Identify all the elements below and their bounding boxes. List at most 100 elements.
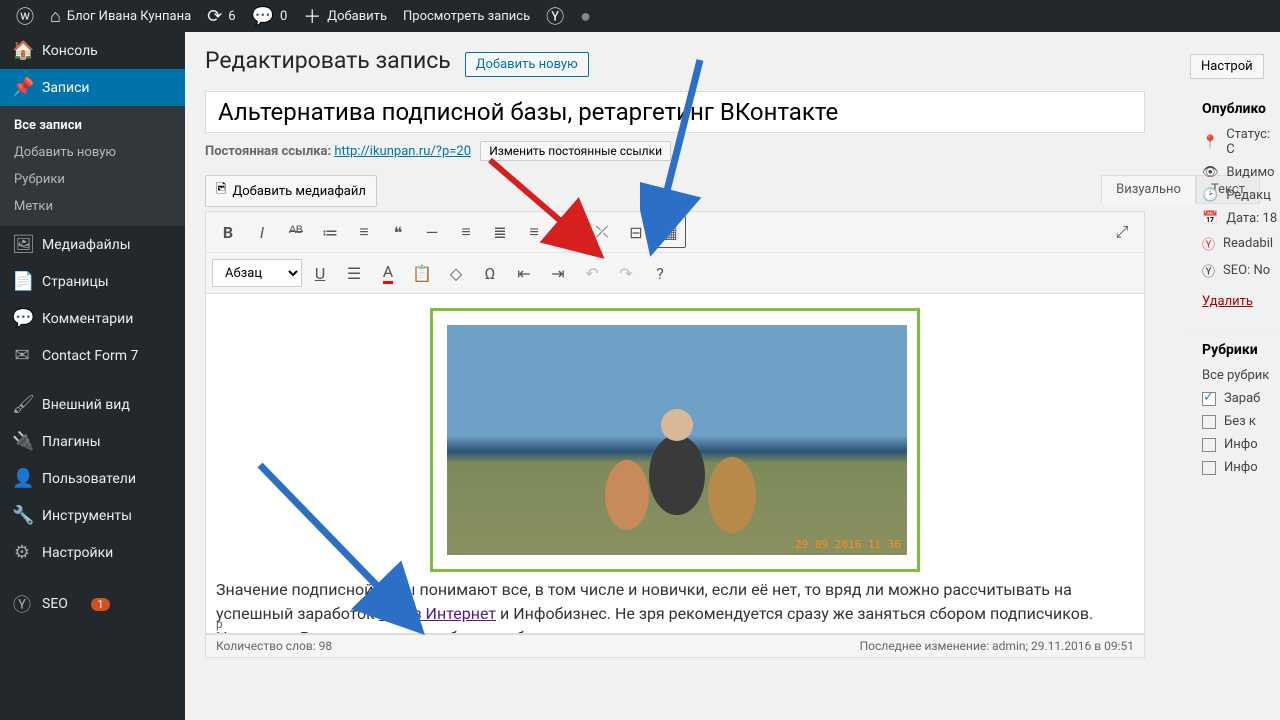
cat-row-3[interactable]: Инфо bbox=[1190, 433, 1280, 456]
status-row[interactable]: 📍Статус: С bbox=[1190, 123, 1280, 161]
menu-add-post[interactable]: Добавить новую bbox=[0, 139, 185, 166]
post-title-input[interactable] bbox=[205, 91, 1145, 133]
menu-seo[interactable]: ⓎSEO 1 bbox=[0, 583, 185, 625]
cat-row-4[interactable]: Инфо bbox=[1190, 456, 1280, 479]
word-count: 98 bbox=[319, 639, 333, 653]
editor-status-bar: Количество слов: 98 Последнее изменение:… bbox=[205, 634, 1145, 658]
quote-button[interactable]: ❝ bbox=[382, 216, 414, 248]
revisions-row[interactable]: 🕑Редакц bbox=[1190, 184, 1280, 207]
menu-comments[interactable]: 💬Комментарии bbox=[0, 300, 185, 337]
categories-title: Рубрики bbox=[1190, 330, 1280, 364]
photo-timestamp: 29 09 2016 11 36 bbox=[795, 538, 901, 551]
menu-cf7[interactable]: ✉Contact Form 7 bbox=[0, 337, 185, 374]
help-button[interactable]: ? bbox=[644, 257, 676, 289]
publish-box-title: Опублико bbox=[1190, 89, 1280, 123]
add-new-button[interactable]: Добавить новую bbox=[465, 52, 589, 77]
bold-button[interactable]: B bbox=[212, 216, 244, 248]
revisions-icon: 🕑 bbox=[1202, 188, 1218, 203]
fullscreen-button[interactable]: ⤢ bbox=[1106, 216, 1138, 248]
ol-button[interactable]: ≡ bbox=[348, 216, 380, 248]
yoast-icon[interactable]: Ⓨ bbox=[538, 0, 572, 32]
cat-row-1[interactable]: Зараб bbox=[1190, 387, 1280, 410]
more-button[interactable]: ⊟ bbox=[620, 216, 652, 248]
toolbar-toggle-button[interactable]: ▦ bbox=[654, 216, 686, 248]
last-edit: Последнее изменение: admin; 29.11.2016 в… bbox=[860, 639, 1134, 653]
seo-row[interactable]: ⓎSEO: No bbox=[1190, 257, 1280, 284]
pin-icon: 📌 bbox=[12, 77, 32, 98]
menu-users[interactable]: 👤Пользователи bbox=[0, 460, 185, 497]
trash-link[interactable]: Удалить bbox=[1190, 284, 1280, 319]
align-center-button[interactable]: ≣ bbox=[484, 216, 516, 248]
permalink-url[interactable]: http://ikunpan.ru/?p=20 bbox=[334, 144, 471, 159]
underline-button[interactable]: U bbox=[304, 257, 336, 289]
edit-permalink-button[interactable]: Изменить постоянные ссылки bbox=[480, 141, 671, 161]
tools-icon: 🔧 bbox=[12, 505, 32, 526]
editor-body[interactable]: 29 09 2016 11 36 Значение подписной базы… bbox=[205, 294, 1145, 634]
hr-button[interactable]: — bbox=[416, 216, 448, 248]
add-media-button[interactable]: 🖻Добавить медиафайл bbox=[205, 175, 377, 207]
media-icon: 🖻 bbox=[216, 180, 226, 202]
editor-toolbar: B I ᴬᴮ ≔ ≡ ❝ — ≡ ≣ ≡ 🔗 ⤫ ⊟ ▦ ⤢ Абзац U ☰… bbox=[205, 211, 1145, 294]
unlink-button[interactable]: ⤫ bbox=[586, 216, 618, 248]
clear-format-button[interactable]: ◇ bbox=[440, 257, 472, 289]
align-right-button[interactable]: ≡ bbox=[518, 216, 550, 248]
cat-row-2[interactable]: Без к bbox=[1190, 410, 1280, 433]
users-icon: 👤 bbox=[12, 468, 32, 489]
visibility-row[interactable]: 👁Видимо bbox=[1190, 161, 1280, 184]
word-count-label: Количество слов: bbox=[216, 639, 316, 653]
new-content[interactable]: ＋Добавить bbox=[295, 0, 395, 32]
link-button[interactable]: 🔗 bbox=[552, 216, 584, 248]
checkbox[interactable] bbox=[1202, 438, 1216, 452]
screen-options-button[interactable]: Настрой bbox=[1190, 54, 1264, 79]
menu-categories[interactable]: Рубрики bbox=[0, 166, 185, 193]
special-char-button[interactable]: Ω bbox=[474, 257, 506, 289]
italic-button[interactable]: I bbox=[246, 216, 278, 248]
wp-logo[interactable]: ⓦ bbox=[8, 0, 42, 32]
justify-button[interactable]: ☰ bbox=[338, 257, 370, 289]
seo-badge: 1 bbox=[91, 598, 109, 611]
site-link[interactable]: ⌂Блог Ивана Кунпана bbox=[42, 0, 199, 32]
menu-all-posts[interactable]: Все записи bbox=[0, 112, 185, 139]
post-paragraph: Значение подписной базы понимают все, в … bbox=[216, 578, 1134, 634]
view-post[interactable]: Просмотреть запись bbox=[395, 0, 538, 32]
strike-button[interactable]: ᴬᴮ bbox=[280, 216, 312, 248]
indent-button[interactable]: ⇥ bbox=[542, 257, 574, 289]
menu-tags[interactable]: Метки bbox=[0, 193, 185, 220]
permalink-row: Постоянная ссылка: http://ikunpan.ru/?p=… bbox=[205, 141, 1260, 161]
settings-icon: ⚙ bbox=[12, 542, 32, 563]
paste-text-button[interactable]: 📋 bbox=[406, 257, 438, 289]
content-link[interactable]: через Интернет bbox=[379, 604, 496, 623]
menu-dashboard[interactable]: 🏠Консоль bbox=[0, 32, 185, 69]
inserted-image[interactable]: 29 09 2016 11 36 bbox=[447, 325, 907, 555]
menu-settings[interactable]: ⚙Настройки bbox=[0, 534, 185, 571]
readability-row[interactable]: ⓎReadabil bbox=[1190, 230, 1280, 257]
align-left-button[interactable]: ≡ bbox=[450, 216, 482, 248]
redo-button[interactable]: ↷ bbox=[610, 257, 642, 289]
outdent-button[interactable]: ⇤ bbox=[508, 257, 540, 289]
paragraph-select[interactable]: Абзац bbox=[212, 259, 302, 287]
checkbox-checked[interactable] bbox=[1202, 392, 1216, 406]
menu-appearance[interactable]: 🖌Внешний вид bbox=[0, 386, 185, 423]
cats-all-tab[interactable]: Все рубрик bbox=[1190, 364, 1280, 387]
updates-link[interactable]: ⟳6 bbox=[199, 0, 243, 32]
date-row[interactable]: 📅Дата: 18 bbox=[1190, 207, 1280, 230]
checkbox[interactable] bbox=[1202, 415, 1216, 429]
image-selection-frame[interactable]: 29 09 2016 11 36 bbox=[430, 308, 920, 572]
text-color-button[interactable]: A bbox=[372, 257, 404, 289]
menu-plugins[interactable]: 🔌Плагины bbox=[0, 423, 185, 460]
pin-icon: 📍 bbox=[1202, 135, 1218, 150]
comments-link[interactable]: 💬0 bbox=[244, 0, 296, 32]
page-title: Редактировать запись bbox=[205, 47, 451, 74]
circle-icon[interactable]: ● bbox=[572, 0, 599, 32]
menu-media[interactable]: 🖼Медиафайлы bbox=[0, 226, 185, 263]
eye-icon: 👁 bbox=[1202, 165, 1219, 180]
menu-pages[interactable]: 📄Страницы bbox=[0, 263, 185, 300]
undo-button[interactable]: ↶ bbox=[576, 257, 608, 289]
checkbox[interactable] bbox=[1202, 461, 1216, 475]
ul-button[interactable]: ≔ bbox=[314, 216, 346, 248]
sidebar: Настрой Опублико 📍Статус: С 👁Видимо 🕑Ред… bbox=[1190, 54, 1280, 479]
menu-posts[interactable]: 📌Записи bbox=[0, 69, 185, 106]
gauge-icon: 🏠 bbox=[12, 40, 32, 61]
tab-visual[interactable]: Визуально bbox=[1101, 175, 1196, 204]
menu-tools[interactable]: 🔧Инструменты bbox=[0, 497, 185, 534]
